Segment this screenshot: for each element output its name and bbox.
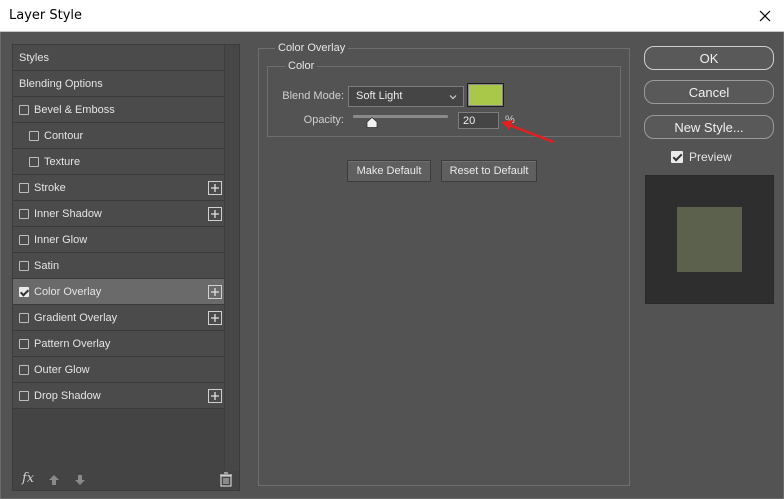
style-item-label: Styles <box>19 51 49 64</box>
preview-checkbox[interactable] <box>671 151 683 163</box>
style-item-stroke[interactable]: Stroke <box>13 175 225 201</box>
style-checkbox[interactable] <box>19 312 29 323</box>
trash-icon[interactable] <box>219 472 235 488</box>
style-item-label: Inner Shadow <box>34 207 102 220</box>
color-overlay-group: Color Overlay Color Blend Mode: Soft Lig… <box>258 42 630 486</box>
add-effect-icon[interactable] <box>208 389 222 403</box>
reset-to-default-button[interactable]: Reset to Default <box>441 160 537 182</box>
style-item-label: Texture <box>44 155 81 168</box>
add-effect-icon[interactable] <box>208 207 222 221</box>
new-style-button[interactable]: New Style... <box>644 115 774 139</box>
style-checkbox[interactable] <box>19 338 29 349</box>
style-item-blending-options[interactable]: Blending Options <box>13 71 225 97</box>
ok-button[interactable]: OK <box>644 46 774 70</box>
style-item-label: Contour <box>44 129 84 142</box>
style-checkbox[interactable] <box>29 130 39 141</box>
blend-mode-label: Blend Mode: <box>282 90 344 102</box>
style-checkbox[interactable] <box>19 390 29 401</box>
opacity-slider-thumb[interactable] <box>366 116 378 128</box>
color-overlay-title: Color Overlay <box>275 42 349 54</box>
layer-style-dialog: Styles Blending Options Bevel & Emboss Cont… <box>0 32 784 499</box>
overlay-color-swatch[interactable] <box>467 83 504 107</box>
preview-toggle[interactable]: Preview <box>671 150 732 164</box>
preview-swatch <box>677 207 742 272</box>
style-item-outer-glow[interactable]: Outer Glow <box>13 357 225 383</box>
style-checkbox[interactable] <box>19 208 29 219</box>
style-item-label: Blending Options <box>19 77 103 90</box>
opacity-unit: % <box>505 114 515 126</box>
style-item-label: Drop Shadow <box>34 389 101 402</box>
cancel-button[interactable]: Cancel <box>644 80 774 104</box>
style-item-drop-shadow[interactable]: Drop Shadow <box>13 383 225 409</box>
style-item-texture[interactable]: Texture <box>13 149 225 175</box>
make-default-button[interactable]: Make Default <box>347 160 431 182</box>
style-item-styles[interactable]: Styles <box>13 45 225 71</box>
style-checkbox[interactable] <box>19 104 29 115</box>
style-item-label: Color Overlay <box>34 285 102 298</box>
preview-thumbnail <box>645 175 774 304</box>
style-item-label: Inner Glow <box>34 233 88 246</box>
style-item-color-overlay[interactable]: Color Overlay <box>13 279 225 305</box>
color-group-title: Color <box>285 60 318 72</box>
style-item-label: Bevel & Emboss <box>34 103 115 116</box>
style-item-label: Stroke <box>34 181 66 194</box>
styles-list: Styles Blending Options Bevel & Emboss Cont… <box>13 45 225 409</box>
style-checkbox[interactable] <box>19 234 29 245</box>
chevron-down-icon <box>449 92 457 100</box>
styles-scrollbar[interactable] <box>224 45 239 471</box>
style-item-satin[interactable]: Satin <box>13 253 225 279</box>
add-effect-icon[interactable] <box>208 311 222 325</box>
add-effect-icon[interactable] <box>208 285 222 299</box>
style-checkbox[interactable] <box>29 156 39 167</box>
preview-label: Preview <box>689 150 732 164</box>
opacity-input[interactable] <box>458 112 499 129</box>
style-item-pattern-overlay[interactable]: Pattern Overlay <box>13 331 225 357</box>
style-checkbox[interactable] <box>19 364 29 375</box>
fx-icon[interactable]: fx <box>22 471 34 486</box>
move-down-icon[interactable] <box>73 473 87 487</box>
blend-mode-value: Soft Light <box>356 90 403 102</box>
add-effect-icon[interactable] <box>208 181 222 195</box>
styles-footer: fx <box>13 471 239 491</box>
opacity-label: Opacity: <box>303 114 344 126</box>
title-bar: Layer Style <box>0 0 784 32</box>
style-item-label: Satin <box>34 259 60 272</box>
styles-panel: Styles Blending Options Bevel & Emboss Cont… <box>12 44 240 491</box>
close-icon[interactable] <box>754 5 776 27</box>
style-item-label: Outer Glow <box>34 363 90 376</box>
move-up-icon[interactable] <box>47 473 61 487</box>
style-checkbox[interactable] <box>19 182 29 193</box>
style-checkbox[interactable] <box>19 286 29 297</box>
color-group: Color Blend Mode: Soft Light Opacity: % <box>267 60 621 137</box>
window-title: Layer Style <box>9 8 83 23</box>
blend-mode-select[interactable]: Soft Light <box>348 86 464 107</box>
style-item-label: Pattern Overlay <box>34 337 111 350</box>
style-item-bevel-emboss[interactable]: Bevel & Emboss <box>13 97 225 123</box>
style-item-inner-glow[interactable]: Inner Glow <box>13 227 225 253</box>
style-item-inner-shadow[interactable]: Inner Shadow <box>13 201 225 227</box>
style-checkbox[interactable] <box>19 260 29 271</box>
style-item-gradient-overlay[interactable]: Gradient Overlay <box>13 305 225 331</box>
style-item-contour[interactable]: Contour <box>13 123 225 149</box>
style-item-label: Gradient Overlay <box>34 311 118 324</box>
